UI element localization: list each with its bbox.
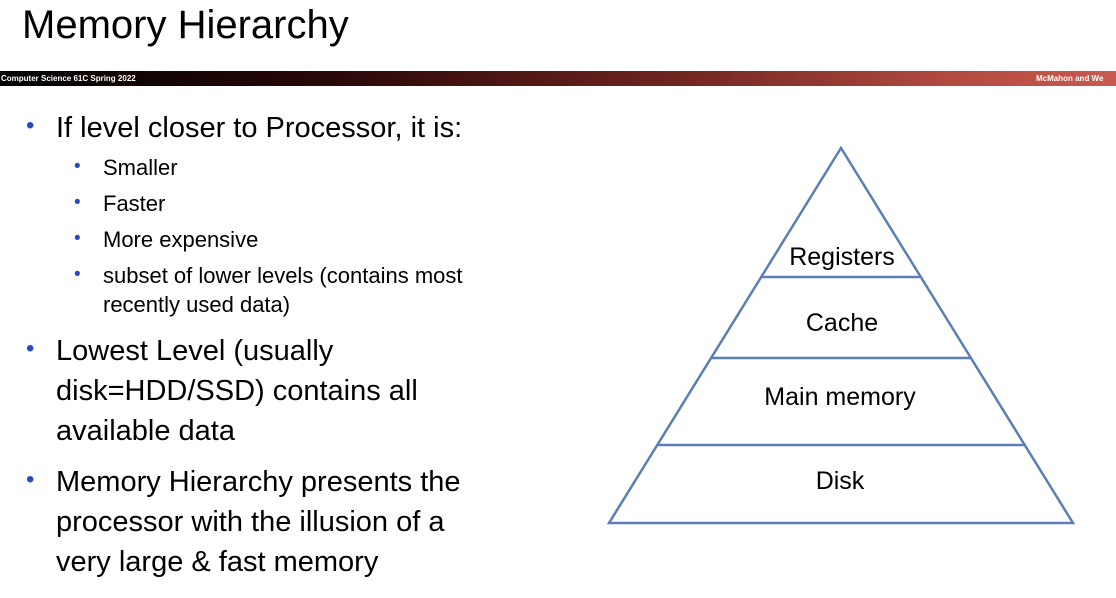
- level-disk: Disk: [815, 467, 865, 495]
- level-registers: Registers: [789, 243, 895, 271]
- memory-pyramid: [606, 145, 1076, 525]
- level-main-memory: Main memory: [764, 383, 916, 411]
- level-cache: Cache: [805, 309, 879, 337]
